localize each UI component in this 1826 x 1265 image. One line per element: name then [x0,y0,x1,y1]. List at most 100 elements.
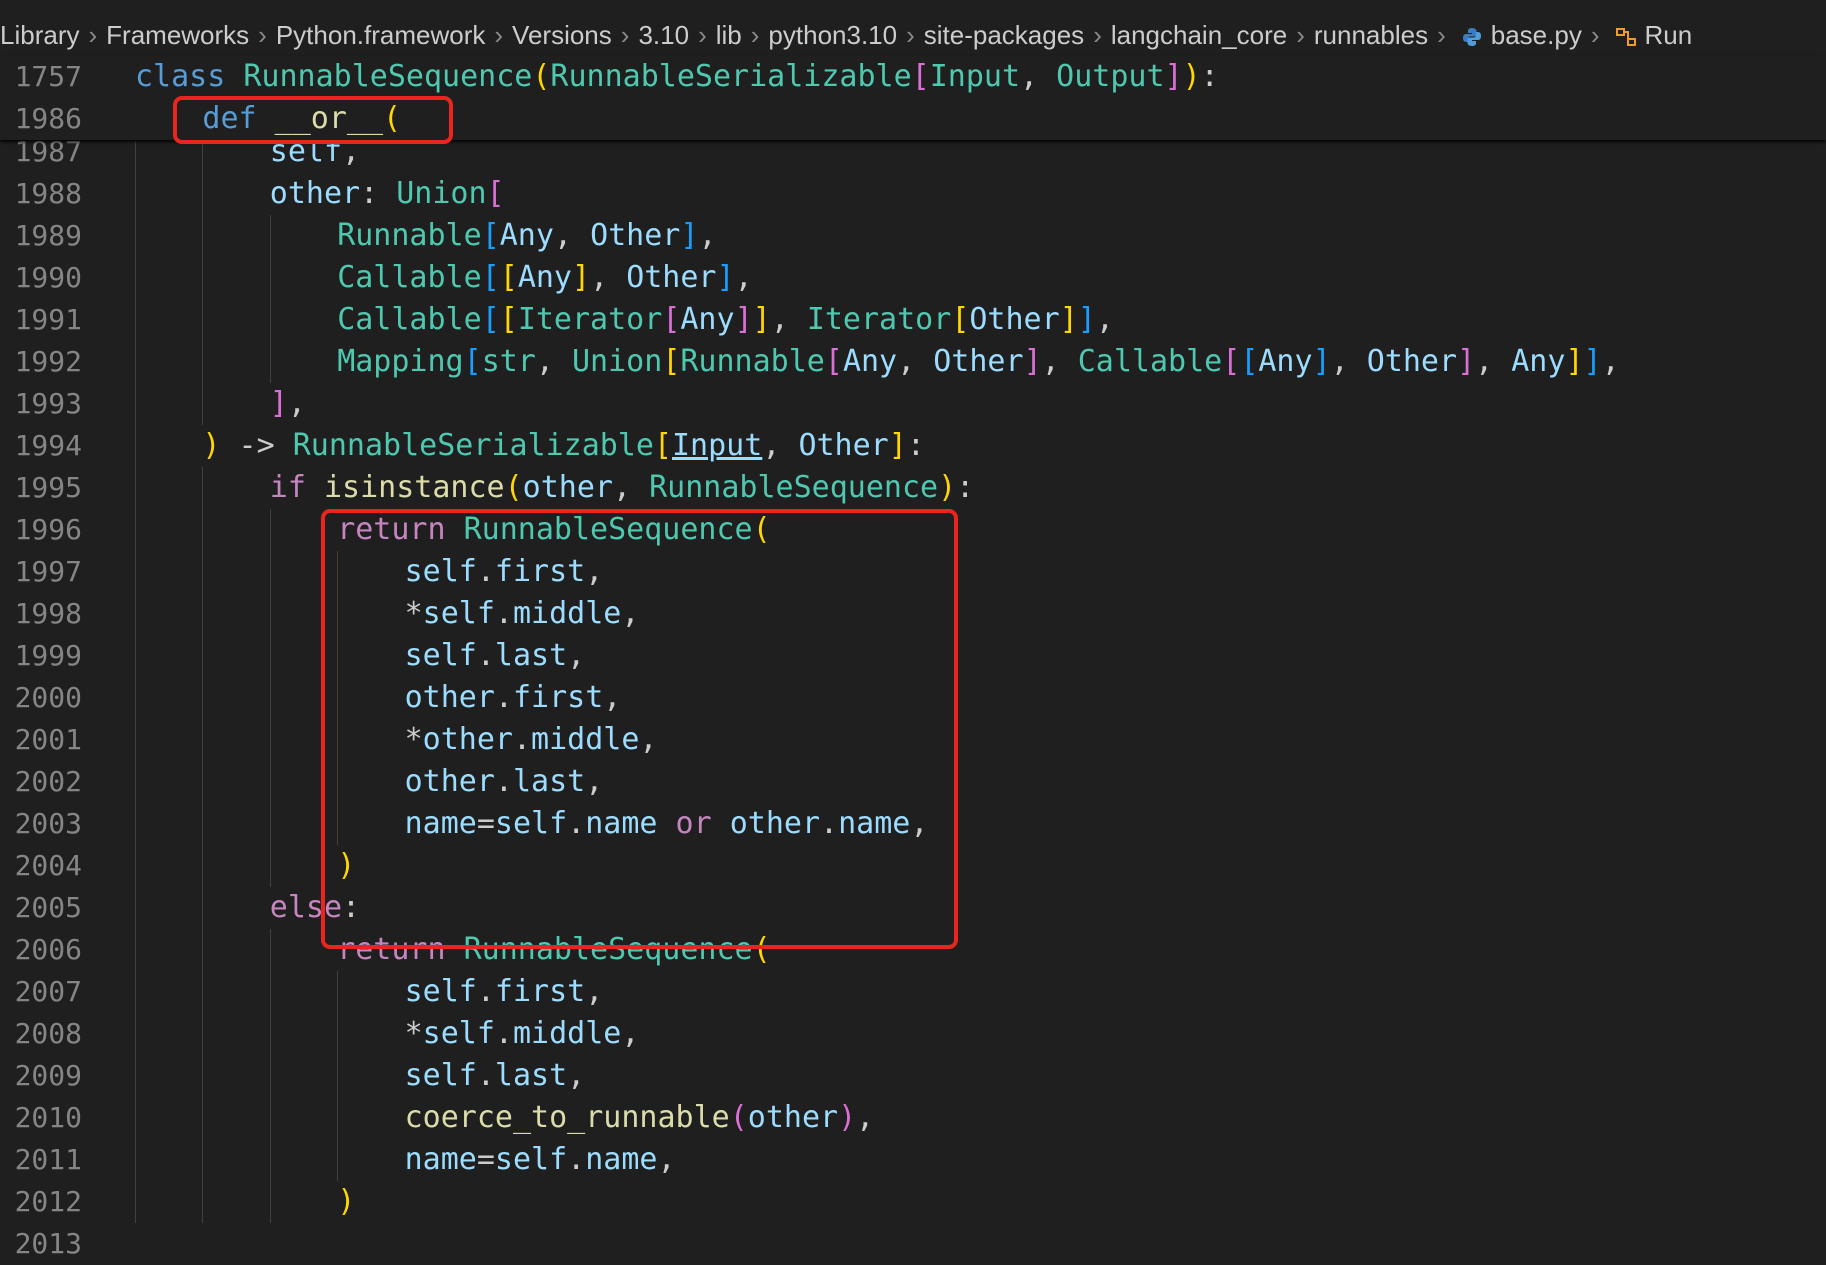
code-token: Other [1366,344,1458,379]
code-token: . [567,1142,586,1177]
breadcrumb-item[interactable]: Versions [512,20,612,51]
code-token: Any [680,302,735,337]
breadcrumb-item[interactable]: langchain_core [1111,20,1287,51]
code-token: [ [481,302,500,337]
code-token: RunnableSequence [649,470,939,505]
code-line[interactable]: 2011 name=self.name, [0,1139,1826,1181]
code-line[interactable]: 2010 coerce_to_runnable(other), [0,1097,1826,1139]
code-line[interactable]: 2007 self.first, [0,971,1826,1013]
line-number: 2012 [14,1185,82,1218]
code-text: self.last, [405,1055,586,1097]
python-file-icon [1461,24,1483,46]
code-line[interactable]: 1992 Mapping[str, Union[Runnable[Any, Oth… [0,341,1826,383]
code-token: Any [517,260,572,295]
line-number: 1992 [14,345,82,378]
code-token: Iterator [806,302,952,337]
sticky-line[interactable]: 1757 class RunnableSequence(RunnableSeria… [0,56,1826,98]
chevron-right-icon: › [88,19,98,50]
code-token: [ [824,344,843,379]
breadcrumb-item-label: Run [1644,19,1693,50]
line-number: 1991 [14,303,82,336]
line-number: 1757 [14,60,82,93]
code-text: name=self.name, [405,1139,676,1181]
code-token: ] [1164,59,1183,94]
code-token: ] [1583,344,1602,379]
code-token: , [734,260,753,295]
code-token: , [1041,344,1078,379]
line-number: 2007 [14,975,82,1008]
line-number: 2003 [14,807,82,840]
code-token: , [770,302,807,337]
breadcrumb-item-label: site-packages [923,19,1085,50]
breadcrumb-item-label: lib [715,19,742,50]
code-token: Other [798,428,889,463]
code-text: *self.middle, [405,1013,640,1055]
breadcrumb-item[interactable]: 3.10 [638,20,689,51]
breadcrumb-item[interactable]: runnables [1314,20,1428,51]
code-line[interactable]: 1991 Callable[[Iterator[Any]], Iterator[O… [0,299,1826,341]
code-line[interactable]: 1994) -> RunnableSerializable[Input, Oth… [0,425,1826,467]
code-token: other [269,176,361,211]
code-token: Any [1511,344,1566,379]
breadcrumb-item-label: Versions [512,19,612,50]
breadcrumb-item[interactable]: python3.10 [768,20,897,51]
code-token: [ [662,344,681,379]
breadcrumb-item-label: Frameworks [106,19,250,50]
chevron-right-icon: › [1590,19,1600,50]
code-text: other: Union[ [270,173,505,215]
code-token: class [135,59,226,94]
code-token: last [494,1058,568,1093]
code-token: [ [653,428,672,463]
code-line[interactable]: 1993], [0,383,1826,425]
code-editor[interactable]: 1987 self, 1988 other: Union[1989 Runnable[A… [0,56,1826,1260]
code-line[interactable]: 2013 [0,1223,1826,1265]
code-token: . [476,1058,495,1093]
breadcrumb-item-label: langchain_core [1110,19,1288,50]
breadcrumb-item[interactable]: base.py [1455,20,1582,51]
code-token: , [657,1142,676,1177]
code-token: Input [929,59,1021,94]
highlight-box-return-sequence [321,509,958,949]
code-token: , [535,344,572,379]
code-token: [ [951,302,970,337]
breadcrumb-item[interactable]: site-packages [924,20,1084,51]
code-token: coerce_to_runnable [404,1100,730,1135]
code-token: Runnable [680,344,825,379]
breadcrumb-item[interactable]: lib [716,20,742,51]
breadcrumb-item[interactable]: Run [1609,19,1693,51]
code-line[interactable]: 1988 other: Union[ [0,173,1826,215]
code-token: * [404,1016,423,1051]
code-token: , [897,344,934,379]
code-token: ] [734,302,753,337]
breadcrumb-item-label: python3.10 [768,19,898,50]
line-number: 1995 [14,471,82,504]
code-line[interactable]: 1990 Callable[[Any], Other], [0,257,1826,299]
code-text: class RunnableSequence(RunnableSerializa… [135,56,1219,98]
code-text: ) [337,1181,355,1223]
code-token: Callable [337,260,482,295]
code-line[interactable]: 1995 if isinstance(other, RunnableSequenc… [0,467,1826,509]
code-line[interactable]: 2008 *self.middle, [0,1013,1826,1055]
code-token: ] [680,218,699,253]
code-text: Mapping[str, Union[Runnable[Any, Other],… [337,341,1619,383]
breadcrumb-item[interactable]: Frameworks [106,20,249,51]
breadcrumb-item[interactable]: Python.framework [276,20,486,51]
line-number: 1989 [14,219,82,252]
code-token: [ [1240,344,1259,379]
breadcrumb-item[interactable]: Library [0,20,79,51]
code-text: if isinstance(other, RunnableSequence): [270,467,974,509]
code-token: Callable [1077,344,1223,379]
code-token: ] [1565,344,1584,379]
code-token: , [287,386,306,421]
code-token: , [762,428,799,463]
line-number: 1986 [14,102,82,135]
code-token: ] [1457,344,1476,379]
breadcrumb-item-label: 3.10 [638,19,690,50]
code-line[interactable]: 2012) [0,1181,1826,1223]
code-token: ( [532,59,551,94]
code-line[interactable]: 1989 Runnable[Any, Other], [0,215,1826,257]
code-line[interactable]: 2009 self.last, [0,1055,1826,1097]
code-token: Other [969,302,1060,337]
code-token: , [612,470,650,505]
